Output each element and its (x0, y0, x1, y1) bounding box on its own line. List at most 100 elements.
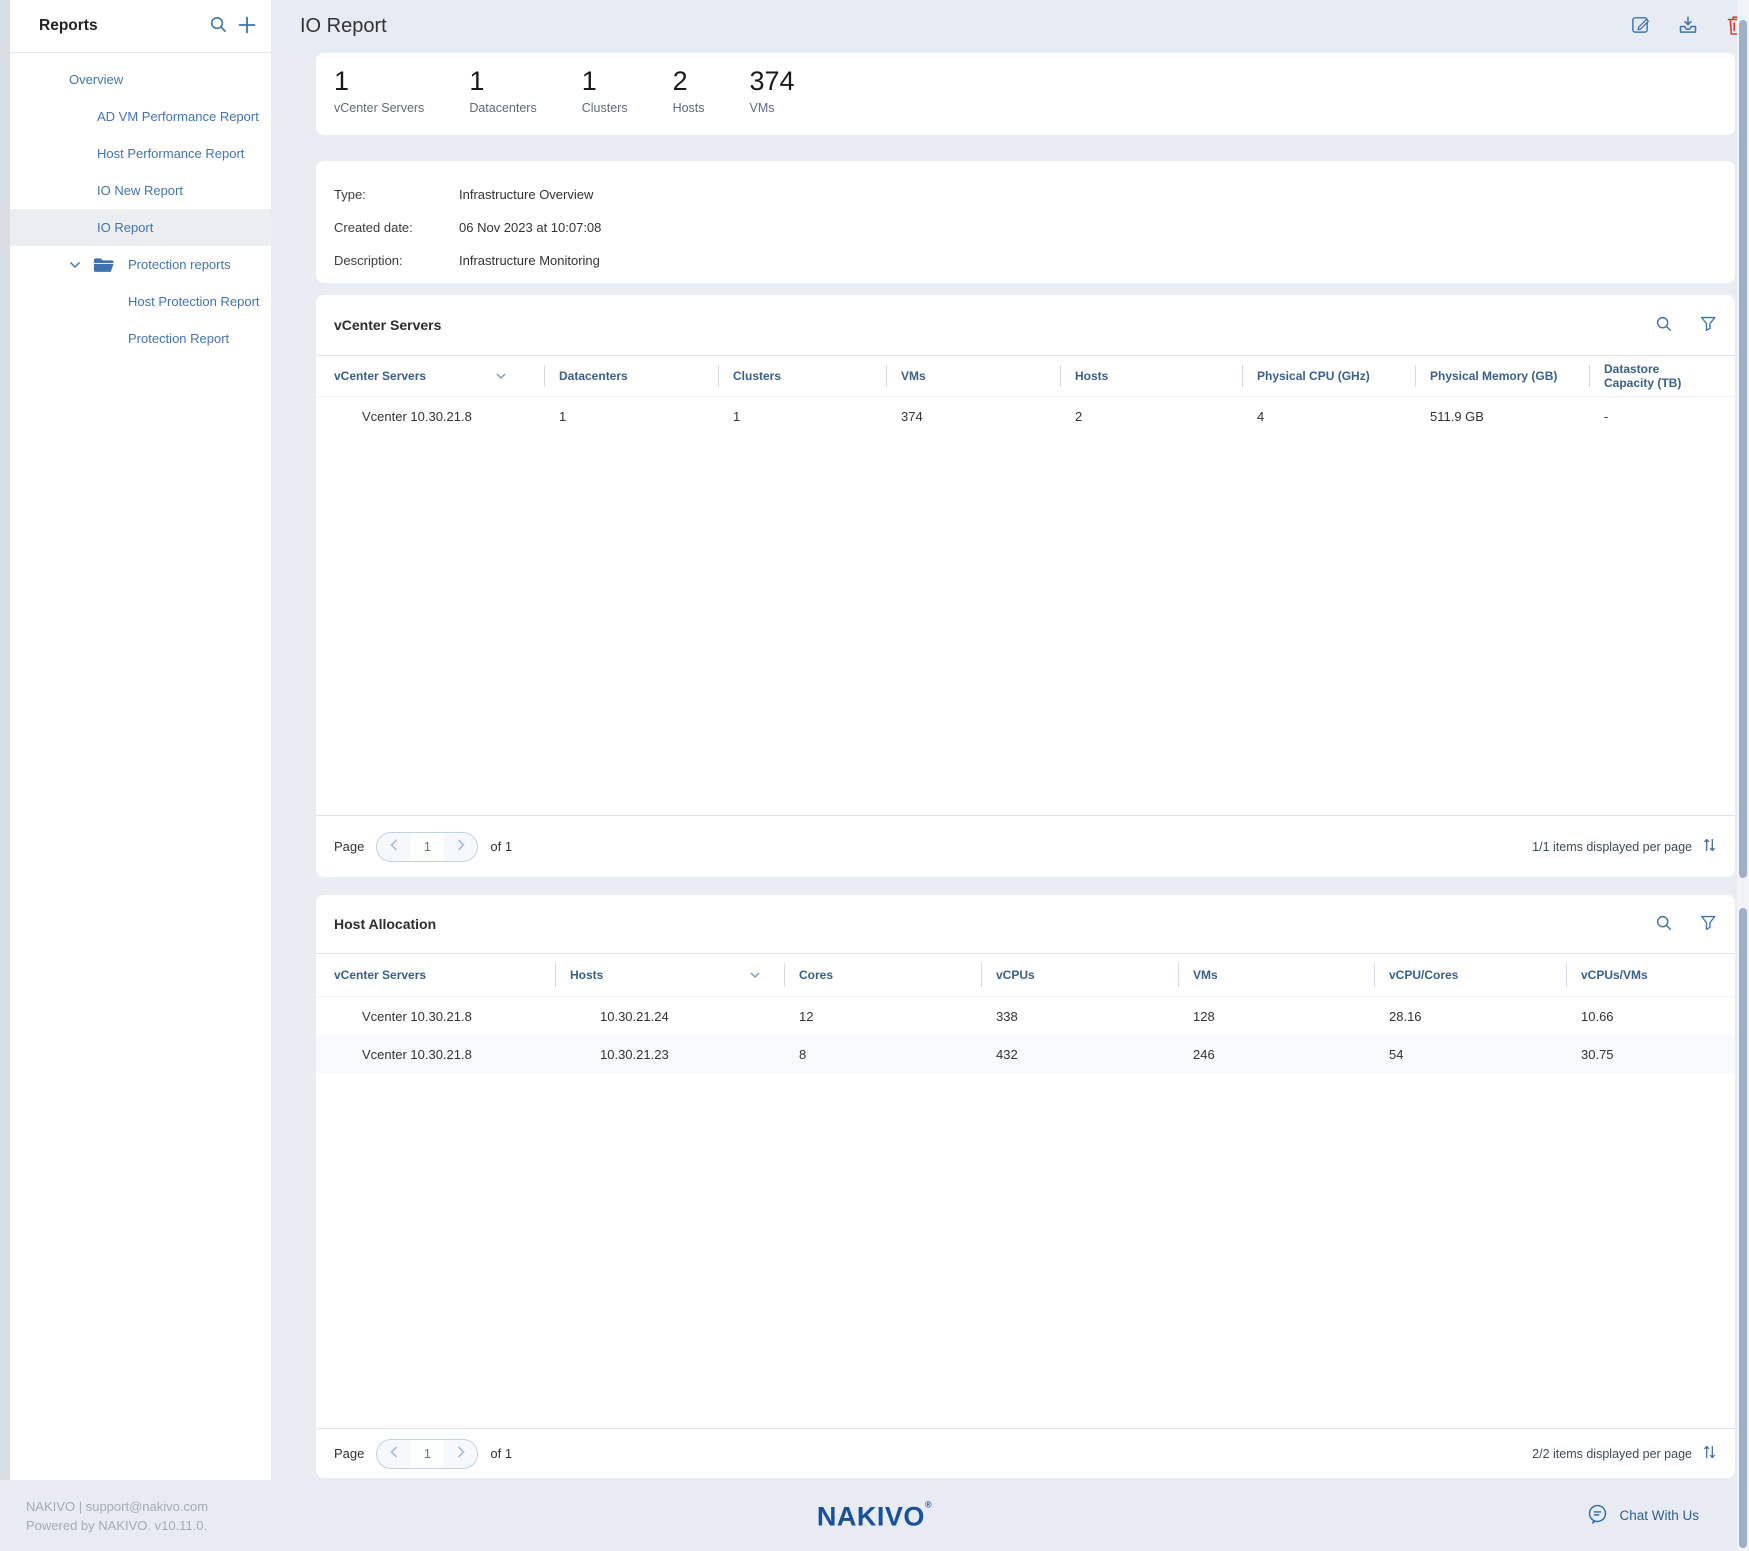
sidebar-item-protection-reports-folder[interactable]: Protection reports (10, 246, 271, 283)
add-report-button[interactable] (237, 15, 257, 38)
next-page-button[interactable] (444, 833, 477, 861)
chevron-left-icon (390, 1446, 398, 1461)
vcenter-panel-title: vCenter Servers (334, 317, 441, 333)
sidebar-item-label: Host Protection Report (128, 294, 260, 309)
column-label: vCenter Servers (334, 369, 426, 383)
next-page-button[interactable] (444, 1440, 477, 1468)
previous-page-button[interactable] (377, 833, 410, 861)
vcenter-table-search-button[interactable] (1655, 315, 1673, 336)
chat-label: Chat With Us (1619, 1508, 1699, 1523)
column-label: Hosts (1075, 369, 1108, 383)
column-header-cores[interactable]: Cores (784, 954, 981, 996)
host-panel-title: Host Allocation (334, 916, 436, 932)
info-label: Description: (334, 244, 459, 277)
stat-value: 1 (469, 66, 536, 96)
left-strip (0, 0, 10, 1480)
chevron-left-icon (390, 839, 398, 854)
cell-datastore-capacity: - (1589, 397, 1717, 435)
cell-datacenters: 1 (544, 397, 718, 435)
stat-value: 1 (582, 66, 628, 96)
chevron-down-icon[interactable] (69, 261, 81, 269)
search-icon (1655, 315, 1673, 336)
host-table-search-button[interactable] (1655, 914, 1673, 935)
cell-vcenter-server: Vcenter 10.30.21.8 (334, 1035, 555, 1073)
vcenter-table-row[interactable]: Vcenter 10.30.21.8 1 1 374 2 4 511.9 GB … (316, 397, 1735, 435)
items-per-page-button[interactable] (1702, 837, 1717, 856)
stat-clusters: 1 Clusters (582, 66, 628, 115)
sliders-icon (1702, 837, 1717, 856)
page-number-input[interactable]: 1 (410, 833, 444, 861)
items-per-page-button[interactable] (1702, 1444, 1717, 1463)
column-header-hosts[interactable]: Hosts (1060, 356, 1242, 396)
vcenter-table-filter-button[interactable] (1699, 315, 1717, 336)
previous-page-button[interactable] (377, 1440, 410, 1468)
stat-label: Clusters (582, 101, 628, 115)
column-header-physical-memory[interactable]: Physical Memory (GB) (1415, 356, 1589, 396)
host-table-row[interactable]: Vcenter 10.30.21.8 10.30.21.23 8 432 246… (316, 1035, 1735, 1073)
host-table-filter-button[interactable] (1699, 914, 1717, 935)
sidebar-item-protection-report[interactable]: Protection Report (10, 320, 271, 357)
cell-clusters: 1 (718, 397, 886, 435)
vcenter-table-pagination: Page 1 of 1 1/1 items displayed per page (316, 816, 1735, 877)
table-empty-area (316, 435, 1735, 815)
column-header-vcenter-servers[interactable]: vCenter Servers (334, 356, 544, 396)
scrollbar-thumb[interactable] (1739, 908, 1747, 1548)
filter-funnel-icon (1699, 914, 1717, 935)
column-label: vCPUs/VMs (1581, 968, 1648, 982)
items-per-page-label: 2/2 items displayed per page (1532, 1447, 1692, 1461)
stat-datacenters: 1 Datacenters (469, 66, 536, 115)
sidebar-item-overview[interactable]: Overview (10, 61, 271, 98)
stat-label: Hosts (673, 101, 705, 115)
sidebar-item-ad-vm-performance-report[interactable]: AD VM Performance Report (10, 98, 271, 135)
cell-vcpus: 432 (981, 1035, 1178, 1073)
sidebar-item-host-protection-report[interactable]: Host Protection Report (10, 283, 271, 320)
column-header-vms[interactable]: VMs (886, 356, 1060, 396)
table-empty-area (316, 1073, 1735, 1428)
cell-vcpu-cores: 54 (1374, 1035, 1566, 1073)
column-header-hosts[interactable]: Hosts (555, 954, 784, 996)
cell-vms: 374 (886, 397, 1060, 435)
column-header-physical-cpu[interactable]: Physical CPU (GHz) (1242, 356, 1415, 396)
column-header-vms[interactable]: VMs (1178, 954, 1374, 996)
vertical-scrollbar (1737, 0, 1749, 1551)
sidebar-item-io-new-report[interactable]: IO New Report (10, 172, 271, 209)
column-label: Cores (799, 968, 833, 982)
column-header-datacenters[interactable]: Datacenters (544, 356, 718, 396)
column-label: vCenter Servers (334, 968, 426, 982)
column-header-vcenter-servers[interactable]: vCenter Servers (334, 954, 555, 996)
column-header-vcpus[interactable]: vCPUs (981, 954, 1178, 996)
edit-icon (1630, 14, 1651, 38)
host-table-row[interactable]: Vcenter 10.30.21.8 10.30.21.24 12 338 12… (316, 997, 1735, 1035)
info-value: 06 Nov 2023 at 10:07:08 (459, 211, 601, 244)
main-content: IO Report 1 vCenter Servers 1 (283, 0, 1749, 1480)
sidebar-item-label: Protection Report (128, 331, 229, 346)
page-number-input[interactable]: 1 (410, 1440, 444, 1468)
chat-with-us-button[interactable]: Chat With Us (1586, 1503, 1699, 1529)
sidebar-items: Overview AD VM Performance Report Host P… (10, 53, 271, 357)
footer-powered-line: Powered by NAKIVO. v10.11.0. (26, 1516, 208, 1535)
search-icon (1655, 914, 1673, 935)
scrollbar-thumb[interactable] (1739, 20, 1747, 878)
stat-vcenter-servers: 1 vCenter Servers (334, 66, 424, 115)
app-root: Reports Overview AD VM Performance Repor… (0, 0, 1749, 1551)
edit-report-button[interactable] (1630, 14, 1651, 38)
cell-vcpus-vms: 10.66 (1566, 997, 1717, 1035)
stat-label: VMs (750, 101, 795, 115)
sidebar-item-label: IO Report (97, 220, 153, 235)
column-header-clusters[interactable]: Clusters (718, 356, 886, 396)
column-label: vCPU/Cores (1389, 968, 1458, 982)
column-label: Datastore Capacity (TB) (1604, 362, 1709, 390)
sidebar-item-io-report[interactable]: IO Report (10, 209, 271, 246)
column-header-datastore-capacity[interactable]: Datastore Capacity (TB) (1589, 356, 1717, 396)
sort-chevron-icon (750, 972, 760, 978)
stat-label: vCenter Servers (334, 101, 424, 115)
column-label: Hosts (570, 968, 603, 982)
plus-icon (237, 15, 257, 38)
search-reports-button[interactable] (209, 15, 228, 37)
download-report-button[interactable] (1677, 14, 1699, 39)
column-header-vcpu-cores[interactable]: vCPU/Cores (1374, 954, 1566, 996)
column-header-vcpus-vms[interactable]: vCPUs/VMs (1566, 954, 1717, 996)
sliders-icon (1702, 1444, 1717, 1463)
sidebar-item-host-performance-report[interactable]: Host Performance Report (10, 135, 271, 172)
stat-label: Datacenters (469, 101, 536, 115)
